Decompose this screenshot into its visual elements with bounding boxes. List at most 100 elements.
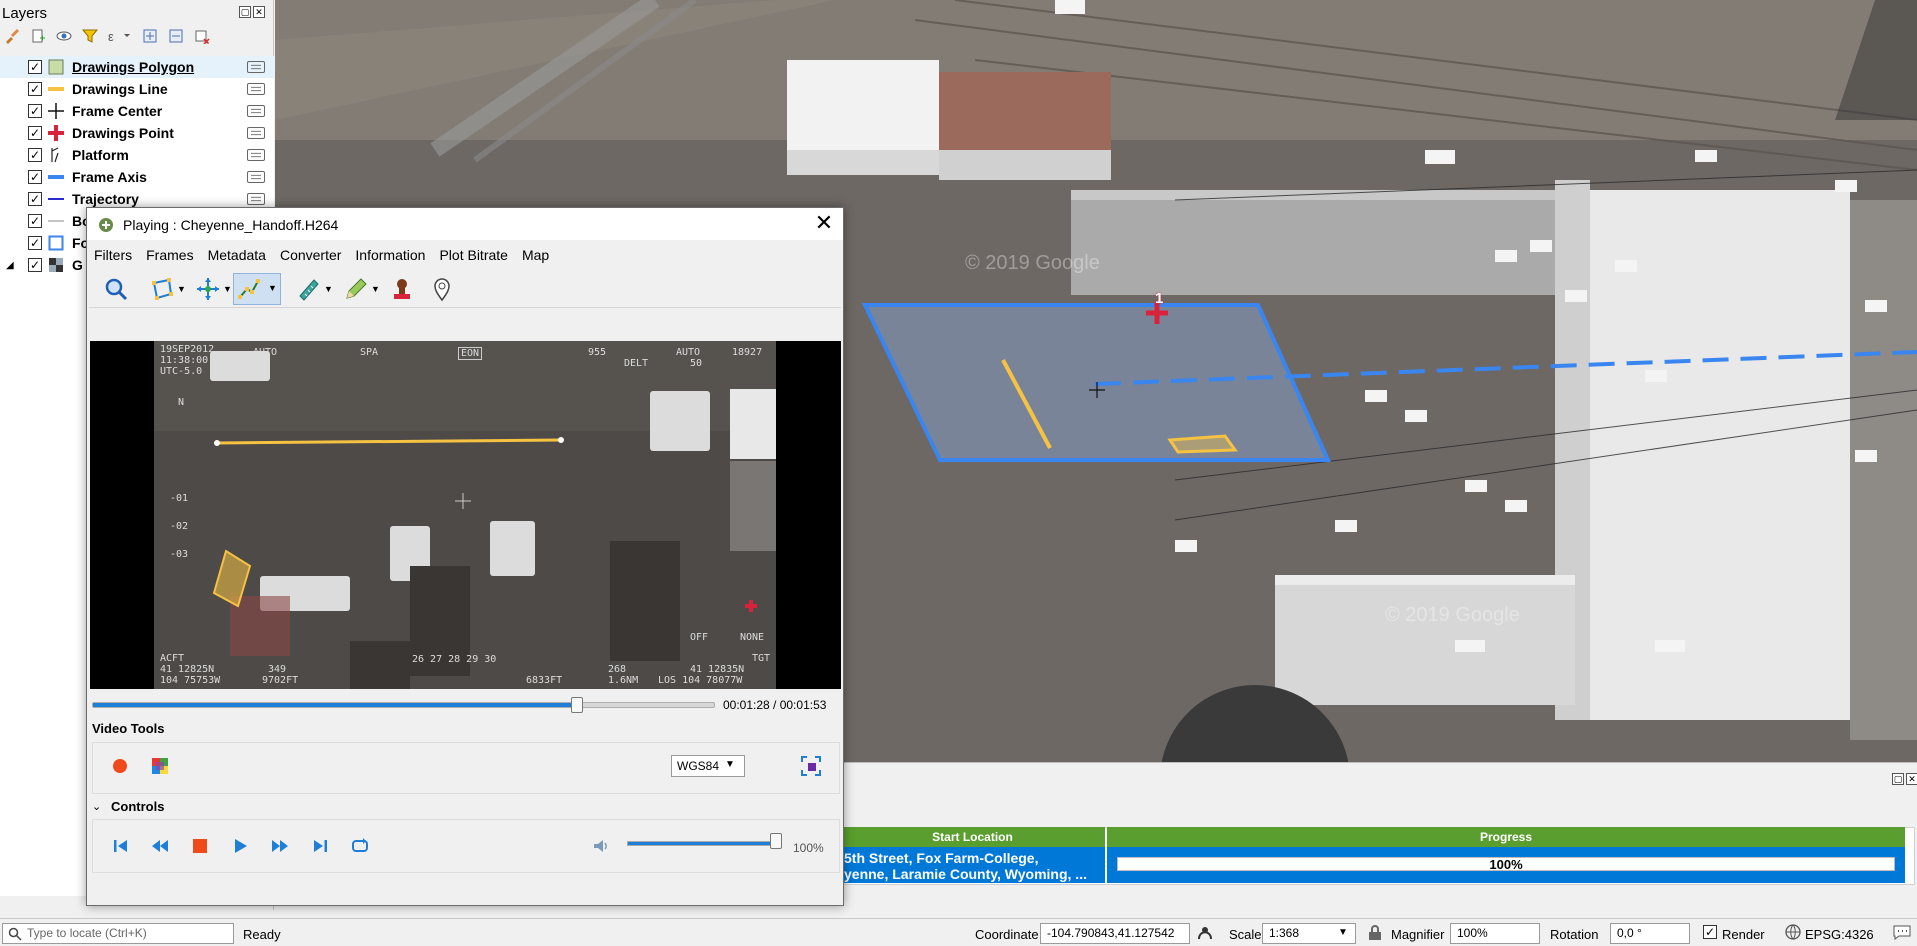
collapse-arrow-icon[interactable]: ◢: [6, 260, 14, 271]
chevron-down-icon[interactable]: ⌄: [92, 800, 101, 813]
osd-delt: DELT: [624, 358, 649, 369]
watermark: © 2019 Google: [965, 252, 1100, 274]
loop-icon[interactable]: [350, 836, 370, 856]
volume-icon[interactable]: [591, 836, 611, 856]
layer-checkbox[interactable]: ✓: [28, 126, 42, 140]
close-icon[interactable]: ✕: [812, 212, 836, 236]
chevron-down-icon[interactable]: ▼: [223, 284, 232, 294]
filter-legend-icon[interactable]: [82, 28, 98, 44]
rewind-icon[interactable]: [150, 836, 170, 856]
magnifier-icon[interactable]: [103, 276, 129, 302]
layer-checkbox[interactable]: ✓: [28, 192, 42, 206]
layer-options-icon[interactable]: [247, 193, 265, 205]
float-panel-icon[interactable]: ▢: [1892, 773, 1904, 785]
layer-checkbox[interactable]: ✓: [28, 170, 42, 184]
manage-visibility-icon[interactable]: [56, 28, 72, 44]
layer-row-drawings-polygon[interactable]: ✓ Drawings Polygon: [0, 56, 274, 78]
menu-frames[interactable]: Frames: [139, 244, 200, 266]
seek-handle[interactable]: [570, 697, 583, 713]
column-header-start-location[interactable]: Start Location: [840, 827, 1105, 847]
record-icon[interactable]: [111, 757, 129, 775]
remove-layer-icon[interactable]: [194, 28, 210, 44]
chevron-down-icon[interactable]: ▼: [1338, 927, 1348, 938]
layer-options-icon[interactable]: [247, 127, 265, 139]
locator-search-input[interactable]: Type to locate (Ctrl+K): [2, 923, 234, 944]
layer-row-drawings-point[interactable]: ✓ Drawings Point: [0, 122, 274, 144]
layer-checkbox[interactable]: ✓: [28, 104, 42, 118]
collapse-all-icon[interactable]: [168, 28, 184, 44]
video-tools-heading: Video Tools: [92, 721, 165, 736]
crs-label[interactable]: EPSG:4326: [1805, 927, 1874, 942]
layer-checkbox[interactable]: ✓: [28, 148, 42, 162]
rotation-spinbox[interactable]: 0,0 °: [1610, 923, 1690, 944]
chevron-down-icon[interactable]: ▼: [324, 284, 333, 294]
measure-ruler-icon[interactable]: [296, 276, 322, 302]
video-toolbar: ▼ ▼ ▼ ▼ ▼: [89, 270, 841, 308]
layer-checkbox[interactable]: ✓: [28, 236, 42, 250]
volume-handle[interactable]: [770, 833, 782, 849]
skip-end-icon[interactable]: [310, 836, 330, 856]
map-pin-icon[interactable]: [429, 276, 455, 302]
coordinate-field[interactable]: -104.790843,41.127542: [1040, 923, 1190, 944]
layer-row-frame-axis[interactable]: ✓ Frame Axis: [0, 166, 274, 188]
table-cell-location[interactable]: 5th Street, Fox Farm-College, yenne, Lar…: [840, 847, 1105, 883]
messages-icon[interactable]: [1893, 924, 1911, 940]
layer-options-icon[interactable]: [247, 83, 265, 95]
seek-slider[interactable]: [92, 697, 715, 713]
chevron-down-icon[interactable]: ▼: [725, 759, 735, 770]
title-bar[interactable]: Playing : Cheyenne_Handoff.H264 ✕: [87, 208, 843, 240]
layer-row-frame-center[interactable]: ✓ Frame Center: [0, 100, 274, 122]
play-icon[interactable]: [230, 836, 250, 856]
menu-plot-bitrate[interactable]: Plot Bitrate: [432, 244, 514, 266]
osd-349: 349: [268, 664, 287, 675]
toggle-extents-icon[interactable]: [1196, 924, 1214, 942]
pencil-icon[interactable]: [343, 276, 369, 302]
layer-options-icon[interactable]: [247, 149, 265, 161]
draw-line-button[interactable]: ▼: [233, 273, 281, 305]
filter-expression-icon[interactable]: ε: [108, 28, 132, 44]
stamp-icon[interactable]: [389, 276, 415, 302]
add-group-icon[interactable]: [30, 28, 46, 44]
close-panel-icon[interactable]: ✕: [253, 6, 265, 18]
globe-icon[interactable]: [1785, 924, 1801, 940]
chevron-down-icon[interactable]: ▼: [268, 283, 277, 293]
chevron-down-icon[interactable]: ▼: [371, 284, 380, 294]
layer-row-drawings-line[interactable]: ✓ Drawings Line: [0, 78, 274, 100]
float-panel-icon[interactable]: ▢: [239, 6, 251, 18]
lock-icon[interactable]: [1368, 925, 1382, 941]
render-checkbox[interactable]: ✓: [1703, 925, 1717, 939]
draw-line-icon: [238, 279, 260, 299]
layer-checkbox[interactable]: ✓: [28, 82, 42, 96]
layer-row-platform[interactable]: ✓ Platform: [0, 144, 274, 166]
video-player-dialog: Playing : Cheyenne_Handoff.H264 ✕ Filter…: [86, 207, 844, 906]
close-panel-icon[interactable]: ✕: [1906, 773, 1917, 785]
menu-information[interactable]: Information: [348, 244, 432, 266]
osd-utc: UTC-5.0: [160, 366, 203, 377]
menu-map[interactable]: Map: [515, 244, 556, 266]
expand-all-icon[interactable]: [142, 28, 158, 44]
draw-polygon-icon[interactable]: [149, 276, 175, 302]
layer-checkbox[interactable]: ✓: [28, 258, 42, 272]
layer-options-icon[interactable]: [247, 61, 265, 73]
layer-checkbox[interactable]: ✓: [28, 60, 42, 74]
stop-icon[interactable]: [190, 836, 210, 856]
layer-options-icon[interactable]: [247, 105, 265, 117]
video-frame[interactable]: 19SEP2012 11:38:00 UTC-5.0 AUTO SPA EON …: [90, 341, 841, 689]
volume-slider[interactable]: [627, 841, 781, 846]
color-filter-icon[interactable]: [151, 757, 169, 775]
layer-options-icon[interactable]: [247, 171, 265, 183]
fast-forward-icon[interactable]: [270, 836, 290, 856]
draw-point-icon[interactable]: [195, 276, 221, 302]
menu-converter[interactable]: Converter: [273, 244, 348, 266]
skip-start-icon[interactable]: [111, 836, 131, 856]
menu-filters[interactable]: Filters: [87, 244, 139, 266]
magnifier-spinbox[interactable]: 100%: [1450, 923, 1540, 944]
layer-checkbox[interactable]: ✓: [28, 214, 42, 228]
column-header-progress[interactable]: Progress: [1107, 827, 1905, 847]
chevron-down-icon[interactable]: ▼: [177, 284, 186, 294]
capture-frame-icon[interactable]: [800, 755, 822, 777]
blue-line-icon: [48, 175, 64, 179]
style-manager-icon[interactable]: [4, 28, 20, 44]
menu-metadata[interactable]: Metadata: [201, 244, 273, 266]
location-line-1: 5th Street, Fox Farm-College,: [844, 850, 1039, 866]
